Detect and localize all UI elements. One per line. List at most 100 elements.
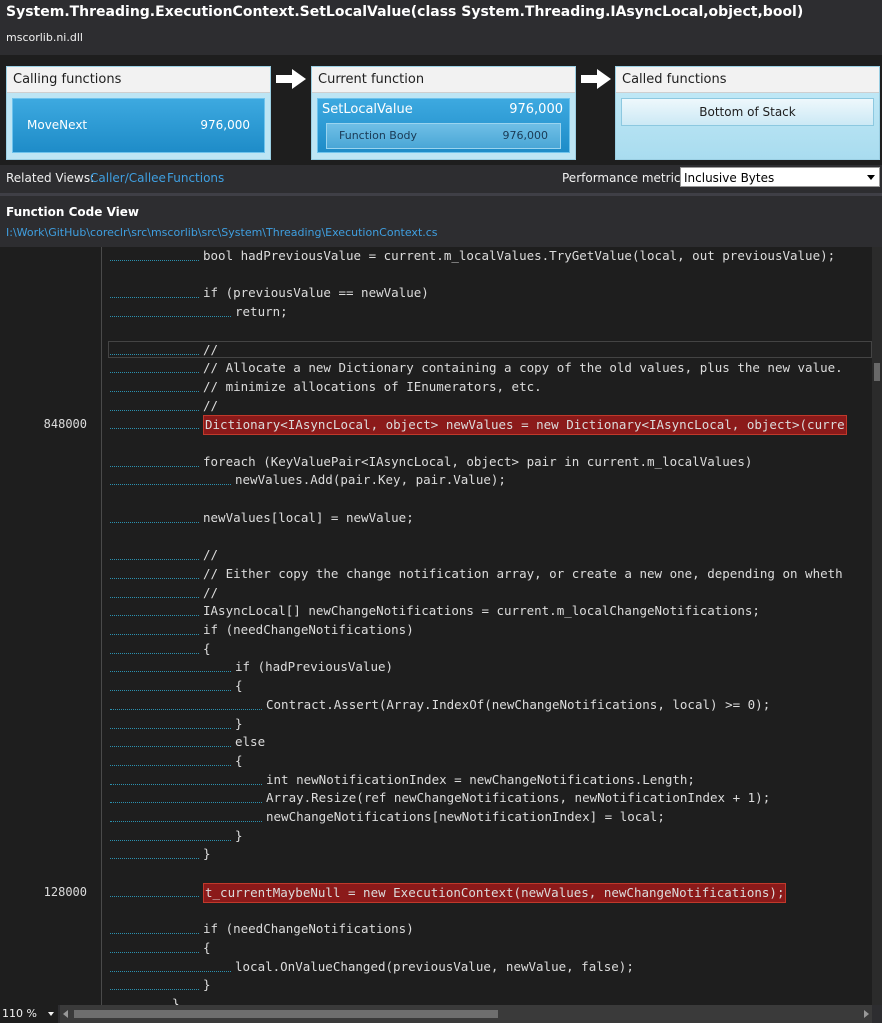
code-text: if (needChangeNotifications) [203,921,414,936]
functions-link[interactable]: Functions [167,171,224,185]
indent-guide [110,822,231,841]
caller-name: MoveNext [27,118,88,132]
code-text: } [203,846,211,861]
indent-guide [110,247,199,261]
indent-guide [110,728,231,747]
code-text: foreach (KeyValuePair<IAsyncLocal, objec… [203,454,753,469]
code-text: // [203,398,219,413]
function-signature: System.Threading.ExecutionContext.SetLoc… [6,4,804,20]
zoom-value: 110 % [2,1007,37,1020]
code-text: else [235,734,266,749]
current-function-box[interactable]: SetLocalValue 976,000 Function Body 976,… [317,98,570,153]
source-file-path-link[interactable]: I:\Work\GitHub\coreclr\src\mscorlib\src\… [6,226,438,239]
performance-metric-label: Performance metric: [562,171,685,185]
indent-guide [110,784,262,803]
indent-guide [110,953,231,972]
code-line: } [0,845,872,863]
code-text: // minimize allocations of IEnumerators,… [203,379,542,394]
code-text: // [203,585,219,600]
code-text: } [235,716,243,731]
performance-metric-select[interactable]: Inclusive Bytes [680,167,880,187]
calling-functions-panel: Calling functions MoveNext 976,000 [6,66,271,160]
code-editor[interactable]: bool hadPreviousValue = current.m_localV… [0,247,872,1005]
caller-movenext-box[interactable]: MoveNext 976,000 [12,98,265,153]
code-text: // Either copy the change notification a… [203,566,843,581]
current-function-panel: Current function SetLocalValue 976,000 F… [311,66,576,160]
current-function-title: Current function [312,67,575,93]
code-text: bool hadPreviousValue = current.m_localV… [203,248,836,263]
code-text: local.OnValueChanged(previousValue, newV… [235,959,634,974]
code-text: } [172,996,180,1005]
arrow-right-icon [581,69,611,89]
code-text: // Allocate a new Dictionary containing … [203,360,843,375]
code-text: newValues.Add(pair.Key, pair.Value); [235,472,506,487]
function-code-view-title: Function Code View [6,205,139,219]
caller-callee-link[interactable]: Caller/Callee [90,171,166,185]
indent-guide [110,840,199,859]
indent-guide [110,448,199,467]
indent-guide [110,934,199,953]
code-line: newValues[local] = newValue; [0,509,872,527]
indent-guide [110,971,199,990]
current-value: 976,000 [509,102,563,117]
code-text: Array.Resize(ref newChangeNotifications,… [266,790,771,805]
code-text: Contract.Assert(Array.IndexOf(newChangeN… [266,697,771,712]
code-text: if (hadPreviousValue) [235,659,394,674]
indent-guide [110,560,199,579]
code-text: // [203,547,219,562]
indent-guide [110,990,168,1005]
indent-guide [110,747,231,766]
code-line: newValues.Add(pair.Key, pair.Value); [0,471,872,489]
vertical-scroll-thumb[interactable] [874,363,880,381]
indent-guide [110,635,199,654]
indent-guide [110,392,199,411]
code-line: return; [0,303,872,321]
arrow-right-icon [276,69,306,89]
indent-guide [110,653,231,672]
code-line: bool hadPreviousValue = current.m_localV… [0,247,872,265]
called-functions-panel: Called functions Bottom of Stack [615,66,880,160]
code-text: } [203,977,211,992]
scroll-left-icon[interactable] [63,1010,68,1018]
code-text: newValues[local] = newValue; [203,510,414,525]
code-text: newChangeNotifications[newNotificationIn… [266,809,665,824]
indent-guide [110,579,199,598]
current-name: SetLocalValue [322,102,413,117]
vertical-scrollbar[interactable] [872,247,882,1005]
hot-code-text: t_currentMaybeNull = new ExecutionContex… [203,883,787,903]
indent-guide [110,354,199,373]
indent-guide [110,691,262,710]
indent-guide [110,410,199,429]
sample-count: 128000 [43,885,87,899]
code-text: IAsyncLocal[] newChangeNotifications = c… [203,603,760,618]
call-flow-area: Calling functions MoveNext 976,000 Curre… [0,55,882,165]
editor-status-bar: 110 % [0,1005,882,1023]
function-header: System.Threading.ExecutionContext.SetLoc… [0,0,882,55]
caller-value: 976,000 [200,118,250,132]
indent-guide [110,504,199,523]
indent-guide [110,597,199,616]
horizontal-scroll-thumb[interactable] [74,1010,498,1018]
code-text: int newNotificationIndex = newChangeNoti… [266,772,695,787]
code-text: if (previousValue == newValue) [203,285,429,300]
module-name: mscorlib.ni.dll [6,31,83,44]
chevron-down-icon [48,1012,54,1016]
indent-guide [110,878,199,897]
related-views-label: Related Views: [6,171,95,185]
indent-guide [110,336,199,355]
horizontal-scrollbar[interactable] [60,1005,872,1023]
indent-guide [110,541,199,560]
bottom-of-stack-box[interactable]: Bottom of Stack [621,98,874,126]
indent-guide [110,616,199,635]
code-line: 848000 Dictionary<IAsyncLocal, object> ne… [0,415,872,435]
scroll-right-icon[interactable] [864,1010,869,1018]
hot-code-text: Dictionary<IAsyncLocal, object> newValue… [203,415,847,435]
calling-functions-title: Calling functions [7,67,270,93]
function-body-value: 976,000 [502,129,549,142]
indent-guide [110,279,199,298]
code-line: } [0,995,872,1005]
zoom-select[interactable]: 110 % [0,1005,58,1023]
indent-guide [110,373,199,392]
code-line: 128000 t_currentMaybeNull = new Execution… [0,883,872,903]
function-body-box[interactable]: Function Body 976,000 [326,123,561,149]
